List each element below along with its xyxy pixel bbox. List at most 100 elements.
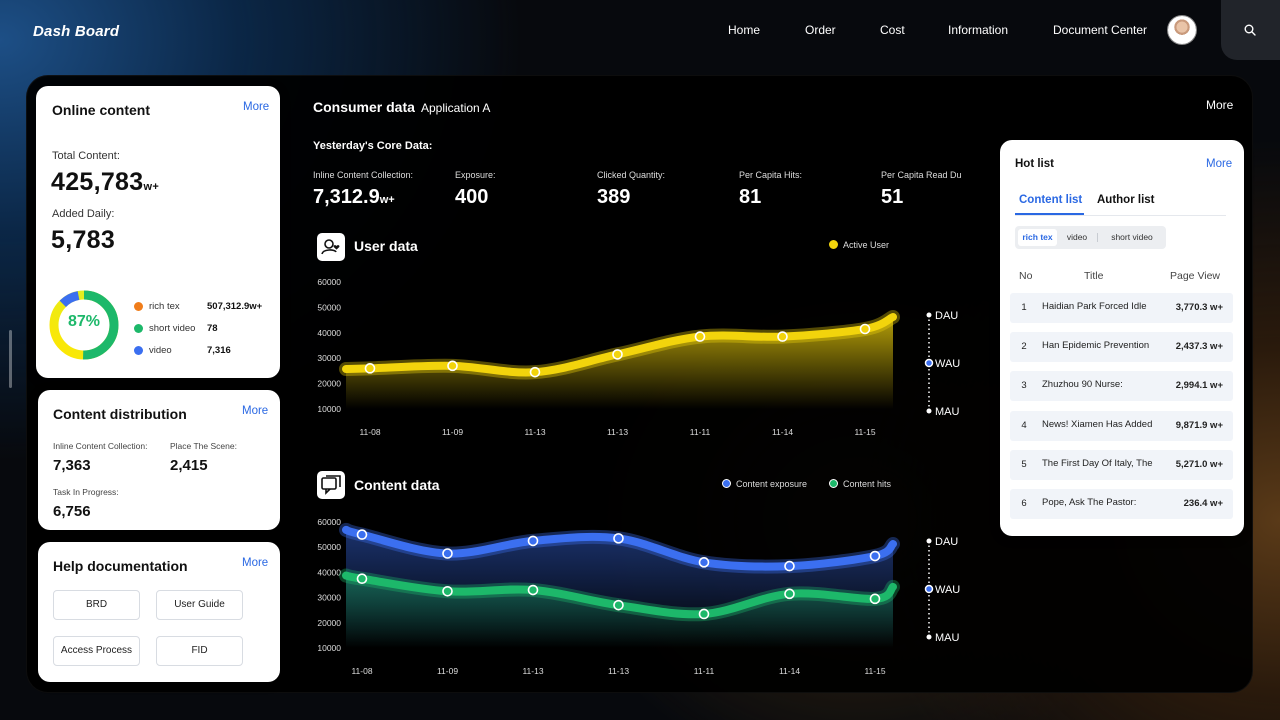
y-tick-label: 60000 [317,277,341,287]
legend-active-user: Active User [829,240,889,250]
consumer-data-more-link[interactable]: More [1206,98,1233,112]
hot-list-row[interactable]: 3 Zhuzhou 90 Nurse: 2,994.1 w+ [1010,371,1233,401]
x-tick-label: 11-11 [690,427,711,437]
y-tick-label: 40000 [317,567,341,577]
metric-per-capita-hits-label: Per Capita Hits: [739,170,803,180]
user-data-scale-toggle[interactable]: DAU WAU MAU [920,305,980,415]
y-tick-label: 50000 [317,542,341,552]
content-distribution-more-link[interactable]: More [242,405,268,417]
metric-clicked-value: 389 [597,186,631,208]
y-tick-label: 60000 [317,517,341,527]
y-tick-label: 30000 [317,353,341,363]
metric-clicked-label: Clicked Quantity: [597,170,666,180]
metric-exposure-value: 400 [455,186,489,208]
nav-cost[interactable]: Cost [880,23,905,37]
online-content-title: Online content [52,102,150,118]
legend-dot-blue [134,346,143,355]
y-tick-label: 20000 [317,618,341,628]
user-guide-button[interactable]: User Guide [156,590,243,620]
hot-list-card: Hot list More Content list Author list r… [1000,140,1244,536]
legend-content-exposure: Content exposure [722,479,807,489]
column-header-title: Title [1084,270,1104,282]
scale-dot-mau [926,408,932,414]
nav-order[interactable]: Order [805,23,836,37]
y-tick-label: 50000 [317,302,341,312]
inline-collection-value: 7,363 [53,457,91,474]
side-scroll-indicator[interactable] [9,330,12,388]
x-tick-label: 11-09 [437,666,458,676]
total-content-label: Total Content: [52,150,120,162]
y-tick-label: 20000 [317,379,341,389]
nav-information[interactable]: Information [948,23,1008,37]
scale-option-mau: MAU [935,632,960,641]
help-documentation-title: Help documentation [53,558,188,574]
column-header-no: No [1019,270,1033,282]
inline-collection-label: Inline Content Collection: [53,441,148,451]
content-distribution-title: Content distribution [53,406,187,422]
scale-dot-wau [924,584,934,594]
hot-list-row[interactable]: 4 News! Xiamen Has Added 9,871.9 w+ [1010,411,1233,441]
scale-option-dau: DAU [935,310,958,322]
x-tick-label: 11-13 [608,666,629,676]
x-tick-label: 11-15 [854,427,875,437]
application-selector[interactable]: Application A [421,101,490,115]
nav-home[interactable]: Home [728,23,760,37]
user-data-chart: 60000 50000 40000 30000 20000 10000 11-08 11-09… [317,277,900,437]
segment-rich-tex[interactable]: rich tex [1018,229,1057,246]
content-data-chart: 60000 50000 40000 30000 20000 10000 11-08 11-09… [317,517,900,676]
content-data-icon-box [317,471,345,499]
fid-button[interactable]: FID [156,636,243,666]
donut-percent: 87% [67,313,101,330]
online-content-more-link[interactable]: More [243,101,269,113]
x-tick-label: 11-13 [522,666,543,676]
segment-video[interactable]: video [1059,229,1095,246]
x-tick-label: 11-11 [694,666,715,676]
hot-list-row[interactable]: 6 Pope, Ask The Pastor: 236.4 w+ [1010,489,1233,519]
y-tick-label: 10000 [317,404,341,414]
nav-document-center[interactable]: Document Center [1053,23,1147,37]
content-data-title: Content data [354,477,440,493]
added-daily-value: 5,783 [51,226,116,254]
user-data-title: User data [354,238,418,254]
active-tab-underline [1015,213,1084,215]
help-documentation-more-link[interactable]: More [242,557,268,569]
x-tick-label: 11-15 [864,666,885,676]
hot-list-row[interactable]: 5 The First Day Of Italy, The 5,271.0 w+ [1010,450,1233,480]
chat-bubbles-icon [321,475,341,495]
tab-author-list[interactable]: Author list [1097,194,1155,206]
brd-button[interactable]: BRD [53,590,140,620]
y-tick-label: 40000 [317,328,341,338]
place-scene-label: Place The Scene: [170,441,237,451]
search-icon [1244,24,1256,36]
x-tick-label: 11-08 [359,427,380,437]
x-tick-label: 11-13 [607,427,628,437]
hot-list-row[interactable]: 2 Han Epidemic Prevention 2,437.3 w+ [1010,332,1233,362]
online-content-card: Online content More Total Content: 425,7… [36,86,280,378]
y-tick-label: 10000 [317,643,341,653]
scale-option-wau: WAU [935,584,960,596]
metric-inline-collection-label: Inline Content Collection: [313,170,414,180]
content-type-segmented-control: rich tex video short video [1015,226,1166,249]
x-tick-label: 11-09 [442,427,463,437]
hot-list-row[interactable]: 1 Haidian Park Forced Idle 3,770.3 w+ [1010,293,1233,323]
avatar[interactable] [1168,16,1196,44]
metric-read-duration-value: 51 [881,186,904,208]
hot-list-more-link[interactable]: More [1206,158,1232,170]
task-progress-value: 6,756 [53,503,91,520]
x-tick-label: 11-13 [524,427,545,437]
top-nav: Home Order Cost Information Document Cen… [0,23,1280,39]
task-progress-label: Task In Progress: [53,487,119,497]
tab-content-list[interactable]: Content list [1019,194,1082,206]
metric-per-capita-hits-value: 81 [739,186,762,208]
content-data-scale-toggle[interactable]: DAU WAU MAU [920,531,980,641]
y-tick-label: 30000 [317,593,341,603]
column-header-page-view: Page View [1170,270,1221,282]
access-process-button[interactable]: Access Process [53,636,140,666]
metric-read-duration-label: Per Capita Read Duration: [881,170,961,180]
segment-short-video[interactable]: short video [1101,229,1163,246]
place-scene-value: 2,415 [170,457,208,474]
content-distribution-card: Content distribution More Inline Content… [38,390,280,530]
search-button[interactable] [1221,0,1280,60]
metric-inline-collection-value: 7,312.9w+ [313,186,395,208]
scale-dot-dau [926,312,932,318]
